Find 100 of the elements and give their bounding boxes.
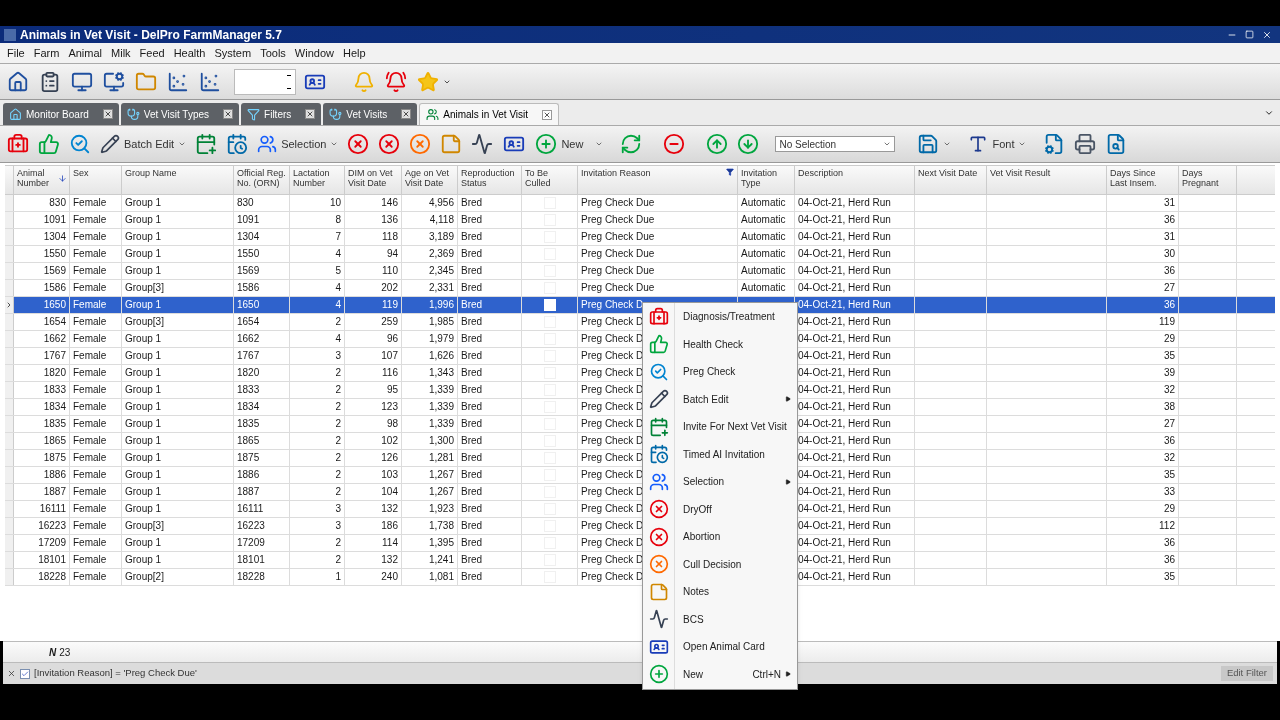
- table-row[interactable]: 1091 Female Group 1 1091 8 136 4,118 Bred Preg Check Due Automatic 04-Oct-21, Herd Run 36: [5, 212, 1275, 229]
- table-cell: Bred: [461, 300, 483, 310]
- selection-dropdown[interactable]: No Selection: [775, 136, 896, 152]
- close-icon[interactable]: [1262, 29, 1272, 40]
- checkbox[interactable]: [543, 299, 556, 311]
- close-icon[interactable]: [401, 109, 412, 119]
- edit-filter-link[interactable]: Edit Filter: [1220, 666, 1273, 681]
- table-cell: 29: [1163, 504, 1175, 514]
- column-header[interactable]: Lactation Number: [290, 166, 345, 194]
- menu-item[interactable]: Farm: [29, 44, 64, 62]
- tab-list-caret-icon[interactable]: [1264, 108, 1274, 118]
- tab[interactable]: Vet Visit Types: [120, 103, 240, 125]
- column-header[interactable]: Next Visit Date: [915, 166, 987, 194]
- menu-item[interactable]: Help: [338, 44, 370, 62]
- table-cell: Bred: [461, 572, 483, 582]
- minus-circle-icon: [663, 133, 686, 155]
- menu-item[interactable]: Milk: [107, 44, 135, 62]
- column-header[interactable]: Invitation Type: [738, 166, 795, 194]
- table-row[interactable]: 830 Female Group 1 830 10 146 4,956 Bred Preg Check Due Automatic 04-Oct-21, Herd Run 31: [5, 195, 1275, 212]
- table-cell: 2: [335, 436, 341, 446]
- close-icon[interactable]: [305, 109, 316, 119]
- font-button[interactable]: Font: [957, 129, 1030, 159]
- column-header[interactable]: Invitation Reason: [578, 166, 738, 194]
- column-header[interactable]: Days Pregnant: [1179, 166, 1237, 194]
- table-cell: 04-Oct-21, Herd Run: [798, 351, 891, 361]
- table-cell: 119: [382, 300, 398, 310]
- menu-item[interactable]: Window: [290, 44, 338, 62]
- table-cell: 1,339: [428, 385, 454, 395]
- table-cell: Group 1: [125, 453, 162, 463]
- cross-circle-icon: [347, 133, 370, 155]
- menu-item[interactable]: New Ctrl+N: [643, 660, 797, 688]
- table-cell: 36: [1163, 215, 1175, 225]
- tab[interactable]: Filters: [241, 103, 322, 125]
- column-header[interactable]: Animal Number: [14, 166, 70, 194]
- table-row[interactable]: 1550 Female Group 1 1550 4 94 2,369 Bred Preg Check Due Automatic 04-Oct-21, Herd Run 30: [5, 246, 1275, 263]
- column-header[interactable]: Official Reg. No. (ORN): [234, 166, 290, 194]
- table-cell: Group 1: [125, 436, 162, 446]
- table-cell: 4: [335, 249, 341, 259]
- menu-item[interactable]: Health: [169, 44, 210, 62]
- column-header[interactable]: Age on Vet Visit Date: [402, 166, 458, 194]
- table-cell: Female: [73, 266, 107, 276]
- table-cell: 04-Oct-21, Herd Run: [798, 385, 891, 395]
- table-row[interactable]: 1304 Female Group 1 1304 7 118 3,189 Bred Preg Check Due Automatic 04-Oct-21, Herd Run 31: [5, 229, 1275, 246]
- table-cell: 1304: [43, 232, 66, 242]
- column-header[interactable]: To Be Culled: [522, 166, 578, 194]
- table-cell: Bred: [461, 266, 483, 276]
- table-row[interactable]: 1586 Female Group[3] 1586 4 202 2,331 Bred Preg Check Due Automatic 04-Oct-21, Herd Run 27: [5, 280, 1275, 297]
- table-cell: 36: [1163, 538, 1175, 548]
- table-cell: Bred: [461, 283, 483, 293]
- menu-item[interactable]: Feed: [135, 44, 169, 62]
- column-header[interactable]: DIM on Vet Visit Date: [345, 166, 402, 194]
- table-cell: Bred: [461, 453, 483, 463]
- tab[interactable]: Monitor Board: [3, 103, 119, 125]
- selection-button[interactable]: Selection: [254, 129, 342, 159]
- table-cell: Bred: [461, 419, 483, 429]
- menu-item[interactable]: Open Animal Card: [643, 633, 797, 661]
- column-header[interactable]: Reproduction Status: [458, 166, 522, 194]
- column-header[interactable]: Group Name: [122, 166, 234, 194]
- save-icon: [917, 133, 940, 155]
- table-cell: Female: [73, 300, 107, 310]
- close-icon[interactable]: [542, 109, 553, 120]
- new-button[interactable]: New: [532, 129, 607, 159]
- table-cell: 1865: [237, 436, 260, 446]
- monitor-icon: [71, 70, 93, 93]
- table-cell: 31: [1163, 232, 1175, 242]
- column-header[interactable]: Vet Visit Result: [987, 166, 1107, 194]
- table-cell: 830: [49, 198, 66, 208]
- number-field[interactable]: [234, 68, 296, 95]
- table-cell: 1,979: [428, 334, 454, 344]
- table-cell: 202: [381, 283, 398, 293]
- menu-item[interactable]: BCS: [643, 605, 797, 633]
- table-cell: 04-Oct-21, Herd Run: [798, 504, 891, 514]
- table-cell: Female: [73, 402, 107, 412]
- table-cell: Bred: [461, 555, 483, 565]
- table-cell: Bred: [461, 385, 483, 395]
- table-row[interactable]: 1569 Female Group 1 1569 5 110 2,345 Bred Preg Check Due Automatic 04-Oct-21, Herd Run 36: [5, 263, 1275, 280]
- table-cell: 119: [1159, 317, 1175, 327]
- menu-item[interactable]: System: [210, 44, 256, 62]
- filter-checkbox[interactable]: [20, 668, 30, 679]
- menu-item[interactable]: File: [3, 44, 29, 62]
- column-header[interactable]: Description: [795, 166, 915, 194]
- table-cell: Female: [73, 419, 107, 429]
- caret-icon: [595, 140, 604, 148]
- restore-icon[interactable]: [1245, 29, 1254, 39]
- menu-item[interactable]: Tools: [256, 44, 290, 62]
- close-icon[interactable]: [102, 109, 113, 119]
- tab[interactable]: Vet Visits: [323, 103, 418, 125]
- scatter-chart-icon: [199, 70, 221, 93]
- table-cell: 35: [1163, 351, 1175, 361]
- table-cell: 2: [335, 385, 341, 395]
- row-header[interactable]: [5, 297, 14, 313]
- close-icon[interactable]: [223, 109, 234, 119]
- menu-item[interactable]: Animal: [64, 44, 107, 62]
- table-cell: 04-Oct-21, Herd Run: [798, 419, 891, 429]
- close-icon[interactable]: [7, 669, 16, 678]
- column-header[interactable]: Sex: [70, 166, 122, 194]
- column-header[interactable]: Days Since Last Insem.: [1107, 166, 1179, 194]
- table-cell: Bred: [461, 317, 483, 327]
- tab[interactable]: Animals in Vet Visit: [419, 103, 560, 125]
- batch-edit-button[interactable]: Batch Edit: [97, 129, 190, 159]
